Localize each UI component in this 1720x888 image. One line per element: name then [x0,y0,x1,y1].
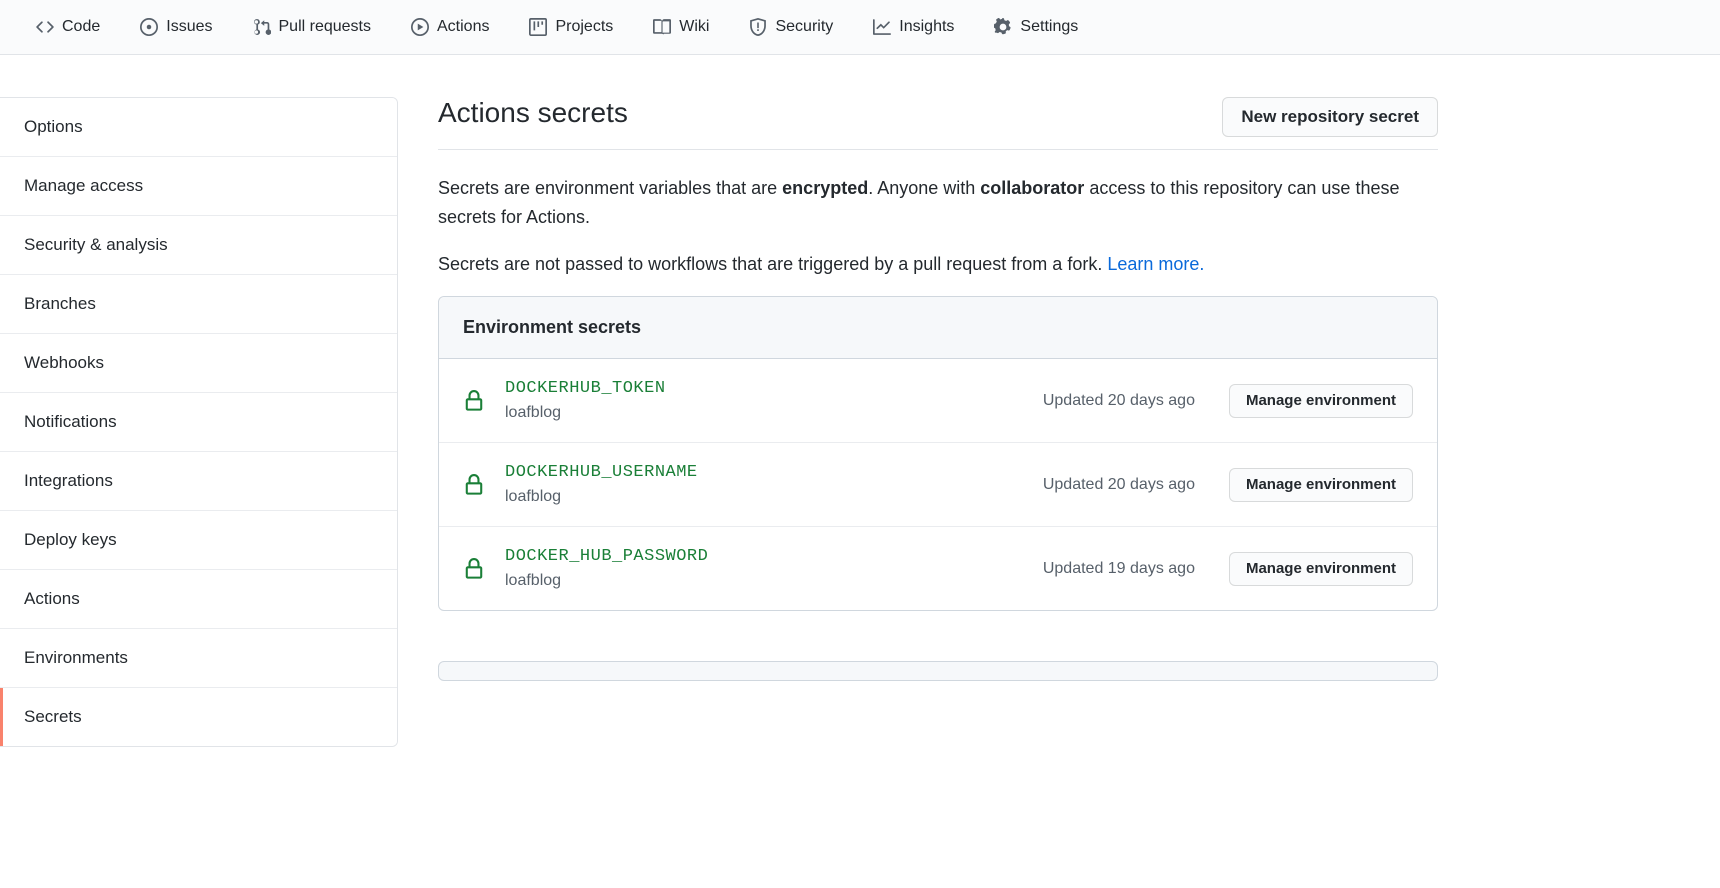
project-icon [529,18,547,36]
main-content: Actions secrets New repository secret Se… [398,97,1478,747]
secret-row: DOCKERHUB_USERNAME loafblog Updated 20 d… [439,443,1437,527]
secret-name[interactable]: DOCKERHUB_USERNAME [505,463,975,482]
sidebar-item-manage-access[interactable]: Manage access [0,157,397,216]
secret-updated: Updated 19 days ago [995,560,1195,578]
secret-name[interactable]: DOCKERHUB_TOKEN [505,379,975,398]
repo-nav-code[interactable]: Code [20,10,116,44]
lock-icon [463,558,485,580]
issue-icon [140,18,158,36]
manage-environment-button[interactable]: Manage environment [1229,384,1413,418]
book-icon [653,18,671,36]
sidebar-item-options[interactable]: Options [0,98,397,157]
new-repository-secret-button[interactable]: New repository secret [1222,97,1438,137]
repo-nav-wiki[interactable]: Wiki [637,10,725,44]
nav-label: Actions [437,18,489,36]
sidebar-item-environments[interactable]: Environments [0,629,397,688]
next-box-placeholder [438,661,1438,681]
lock-icon [463,390,485,412]
sidebar-item-integrations[interactable]: Integrations [0,452,397,511]
secret-environment: loafblog [505,572,975,590]
repo-nav-security[interactable]: Security [733,10,849,44]
code-icon [36,18,54,36]
intro-paragraph-2: Secrets are not passed to workflows that… [438,250,1438,279]
secret-environment: loafblog [505,488,975,506]
secret-updated: Updated 20 days ago [995,392,1195,410]
repo-nav-insights[interactable]: Insights [857,10,970,44]
secret-main: DOCKERHUB_TOKEN loafblog [505,379,975,422]
nav-label: Insights [899,18,954,36]
page-header: Actions secrets New repository secret [438,97,1438,150]
shield-icon [749,18,767,36]
nav-label: Issues [166,18,212,36]
pull-request-icon [253,18,271,36]
repo-nav-issues[interactable]: Issues [124,10,228,44]
manage-environment-button[interactable]: Manage environment [1229,468,1413,502]
sidebar-item-notifications[interactable]: Notifications [0,393,397,452]
secret-main: DOCKERHUB_USERNAME loafblog [505,463,975,506]
sidebar-item-actions[interactable]: Actions [0,570,397,629]
intro-paragraph-1: Secrets are environment variables that a… [438,174,1438,232]
environment-secrets-header: Environment secrets [439,297,1437,359]
repo-nav-actions[interactable]: Actions [395,10,505,44]
repo-nav-pulls[interactable]: Pull requests [237,10,388,44]
sidebar-item-deploy-keys[interactable]: Deploy keys [0,511,397,570]
intro-text: Secrets are environment variables that a… [438,174,1438,278]
nav-label: Settings [1020,18,1078,36]
sidebar-item-secrets[interactable]: Secrets [0,688,397,746]
repo-nav: Code Issues Pull requests Actions Projec… [0,0,1720,55]
secret-row: DOCKER_HUB_PASSWORD loafblog Updated 19 … [439,527,1437,610]
gear-icon [994,18,1012,36]
nav-label: Projects [555,18,613,36]
nav-label: Code [62,18,100,36]
secret-main: DOCKER_HUB_PASSWORD loafblog [505,547,975,590]
lock-icon [463,474,485,496]
nav-label: Security [775,18,833,36]
settings-sidebar: Options Manage access Security & analysi… [0,97,398,747]
play-icon [411,18,429,36]
graph-icon [873,18,891,36]
secret-updated: Updated 20 days ago [995,476,1195,494]
environment-secrets-box: Environment secrets DOCKERHUB_TOKEN loaf… [438,296,1438,611]
repo-nav-projects[interactable]: Projects [513,10,629,44]
secret-row: DOCKERHUB_TOKEN loafblog Updated 20 days… [439,359,1437,443]
repo-nav-settings[interactable]: Settings [978,10,1094,44]
nav-label: Wiki [679,18,709,36]
nav-label: Pull requests [279,18,372,36]
secret-environment: loafblog [505,404,975,422]
sidebar-item-webhooks[interactable]: Webhooks [0,334,397,393]
secret-name[interactable]: DOCKER_HUB_PASSWORD [505,547,975,566]
learn-more-link[interactable]: Learn more. [1107,254,1204,274]
sidebar-item-branches[interactable]: Branches [0,275,397,334]
sidebar-item-security[interactable]: Security & analysis [0,216,397,275]
manage-environment-button[interactable]: Manage environment [1229,552,1413,586]
page-title: Actions secrets [438,97,628,129]
